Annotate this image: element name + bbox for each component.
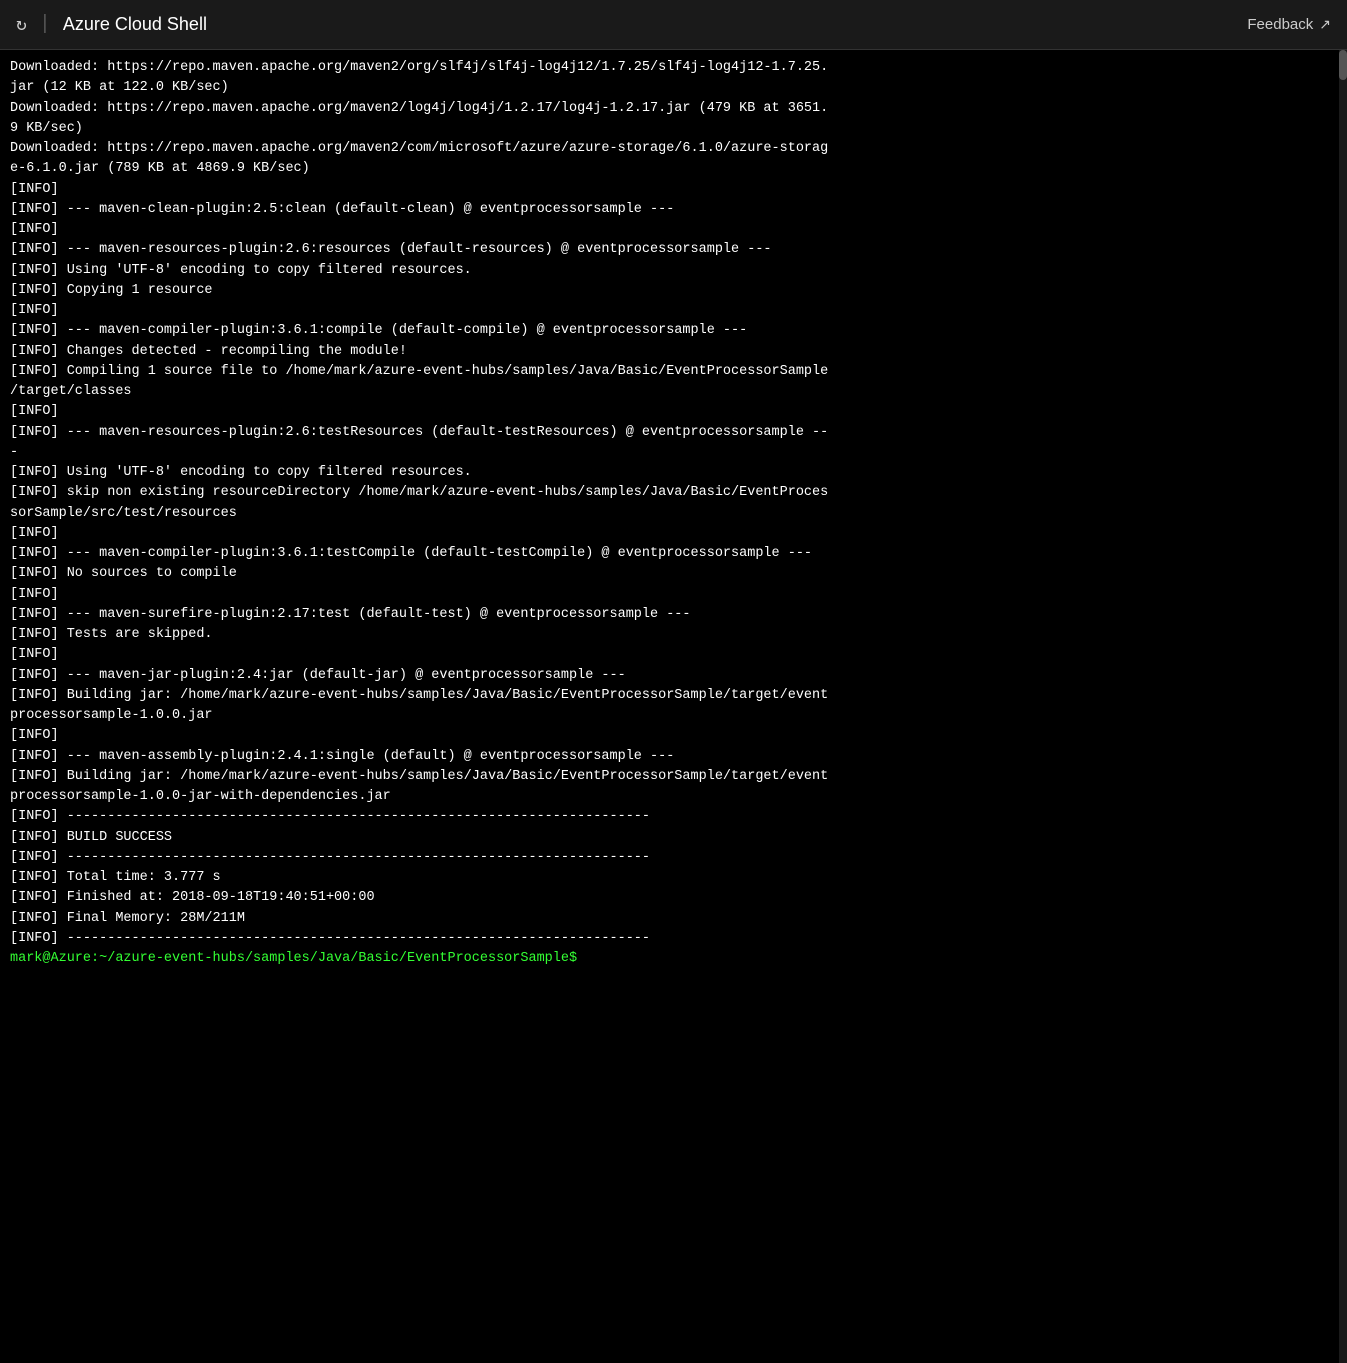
refresh-icon[interactable]: ↻ — [16, 14, 27, 36]
terminal-line: [INFO] — [10, 645, 1337, 665]
terminal-line: [INFO] Using 'UTF-8' encoding to copy fi… — [10, 261, 1337, 281]
terminal-line: jar (12 KB at 122.0 KB/sec) — [10, 78, 1337, 98]
terminal-line: [INFO] Using 'UTF-8' encoding to copy fi… — [10, 463, 1337, 483]
divider: | — [39, 13, 51, 36]
terminal-line: [INFO] No sources to compile — [10, 564, 1337, 584]
titlebar: ↻ | Azure Cloud Shell Feedback ↗ — [0, 0, 1347, 50]
terminal-line: sorSample/src/test/resources — [10, 504, 1337, 524]
terminal-line: [INFO] --- maven-clean-plugin:2.5:clean … — [10, 200, 1337, 220]
app-title: Azure Cloud Shell — [63, 14, 207, 35]
cursor — [577, 951, 585, 966]
terminal-line: - — [10, 443, 1337, 463]
terminal-line: [INFO] --- maven-resources-plugin:2.6:re… — [10, 240, 1337, 260]
terminal-line: [INFO] --- maven-compiler-plugin:3.6.1:t… — [10, 544, 1337, 564]
terminal-line: [INFO] Total time: 3.777 s — [10, 868, 1337, 888]
terminal-line: [INFO] ---------------------------------… — [10, 929, 1337, 949]
terminal-line: [INFO] Building jar: /home/mark/azure-ev… — [10, 767, 1337, 787]
external-link-icon: ↗ — [1319, 16, 1331, 33]
terminal-line: [INFO] — [10, 524, 1337, 544]
terminal-line: [INFO] ---------------------------------… — [10, 848, 1337, 868]
terminal-line: [INFO] --- maven-resources-plugin:2.6:te… — [10, 423, 1337, 443]
terminal-line: [INFO] Tests are skipped. — [10, 625, 1337, 645]
terminal-line: [INFO] — [10, 220, 1337, 240]
terminal-line: [INFO] Building jar: /home/mark/azure-ev… — [10, 686, 1337, 706]
terminal-line: 9 KB/sec) — [10, 119, 1337, 139]
terminal-output[interactable]: Downloaded: https://repo.maven.apache.or… — [0, 50, 1347, 1363]
terminal-line: processorsample-1.0.0-jar-with-dependenc… — [10, 787, 1337, 807]
terminal-line: [INFO] Copying 1 resource — [10, 281, 1337, 301]
feedback-label: Feedback — [1247, 16, 1313, 33]
terminal-line: processorsample-1.0.0.jar — [10, 706, 1337, 726]
terminal-prompt: mark@Azure:~/azure-event-hubs/samples/Ja… — [10, 951, 577, 966]
terminal-line: [INFO] ---------------------------------… — [10, 807, 1337, 827]
terminal-line: e-6.1.0.jar (789 KB at 4869.9 KB/sec) — [10, 159, 1337, 179]
terminal-line: [INFO] Compiling 1 source file to /home/… — [10, 362, 1337, 382]
terminal-line: [INFO] BUILD SUCCESS — [10, 828, 1337, 848]
scrollbar-thumb[interactable] — [1339, 50, 1347, 80]
titlebar-left: ↻ | Azure Cloud Shell — [16, 13, 207, 36]
terminal-line: [INFO] --- maven-jar-plugin:2.4:jar (def… — [10, 666, 1337, 686]
feedback-button[interactable]: Feedback ↗ — [1247, 16, 1331, 33]
terminal-line: [INFO] — [10, 585, 1337, 605]
prompt-line: mark@Azure:~/azure-event-hubs/samples/Ja… — [10, 949, 1337, 969]
terminal-line: [INFO] — [10, 301, 1337, 321]
terminal-line: Downloaded: https://repo.maven.apache.or… — [10, 58, 1337, 78]
terminal-line: /target/classes — [10, 382, 1337, 402]
terminal-line: [INFO] Changes detected - recompiling th… — [10, 342, 1337, 362]
terminal-line: [INFO] — [10, 726, 1337, 746]
terminal-line: [INFO] --- maven-compiler-plugin:3.6.1:c… — [10, 321, 1337, 341]
terminal-line: [INFO] --- maven-surefire-plugin:2.17:te… — [10, 605, 1337, 625]
terminal-line: [INFO] — [10, 180, 1337, 200]
terminal-line: [INFO] Final Memory: 28M/211M — [10, 909, 1337, 929]
terminal-line: Downloaded: https://repo.maven.apache.or… — [10, 99, 1337, 119]
terminal-line: [INFO] skip non existing resourceDirecto… — [10, 483, 1337, 503]
terminal-line: [INFO] — [10, 402, 1337, 422]
scrollbar[interactable] — [1339, 50, 1347, 1363]
terminal-line: [INFO] Finished at: 2018-09-18T19:40:51+… — [10, 888, 1337, 908]
terminal-line: [INFO] --- maven-assembly-plugin:2.4.1:s… — [10, 747, 1337, 767]
terminal-line: Downloaded: https://repo.maven.apache.or… — [10, 139, 1337, 159]
